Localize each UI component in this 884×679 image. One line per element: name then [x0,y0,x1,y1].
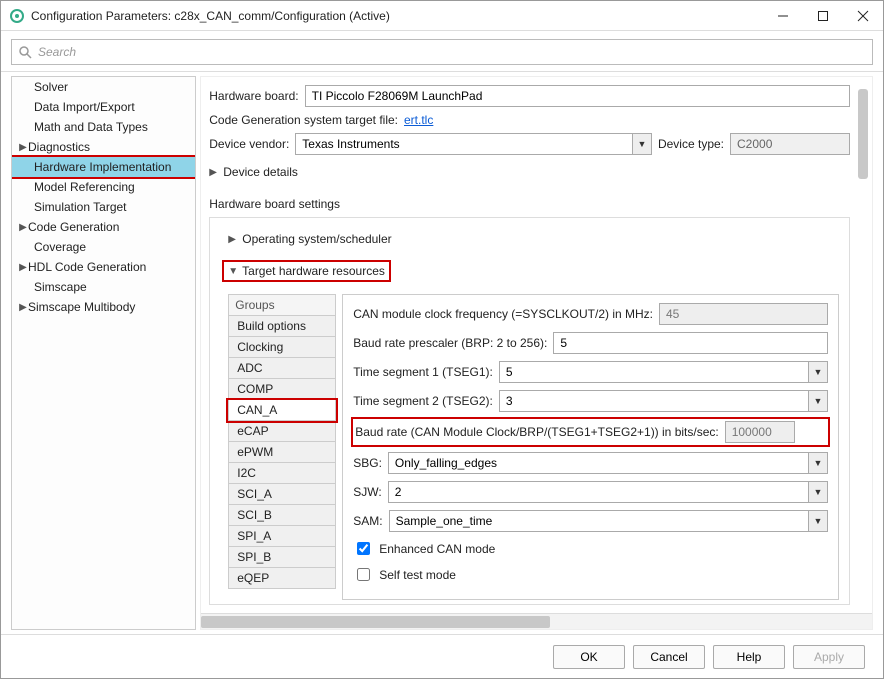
group-item-build-options[interactable]: Build options [228,316,336,337]
nav-item-simscape-multibody[interactable]: ▶Simscape Multibody [12,297,195,317]
group-item-eqep[interactable]: eQEP [228,568,336,589]
chevron-down-icon[interactable]: ▼ [632,133,652,155]
search-input[interactable]: Search [11,39,873,65]
nav-item-solver[interactable]: Solver [12,77,195,97]
group-item-spi-a[interactable]: SPI_A [228,526,336,547]
chevron-down-icon[interactable]: ▼ [808,510,828,532]
brp-input[interactable] [553,332,828,354]
horizontal-scrollbar[interactable] [201,613,872,629]
nav-tree[interactable]: SolverData Import/ExportMath and Data Ty… [11,76,196,630]
group-item-clocking[interactable]: Clocking [228,337,336,358]
group-item-i2c[interactable]: I2C [228,463,336,484]
minimize-button[interactable] [763,1,803,31]
chevron-down-icon[interactable]: ▼ [808,361,828,383]
hardware-board-label: Hardware board: [209,89,298,103]
nav-item-hardware-implementation[interactable]: Hardware Implementation [11,155,196,179]
config-window: Configuration Parameters: c28x_CAN_comm/… [0,0,884,679]
chevron-down-icon[interactable]: ▼ [808,481,828,503]
target-hw-resources-expander[interactable]: ▼ Target hardware resources [222,260,391,282]
chevron-down-icon: ▼ [228,266,238,277]
nav-item-model-referencing[interactable]: Model Referencing [12,177,195,197]
dialog-buttons: OK Cancel Help Apply [1,634,883,678]
nav-item-simulation-target[interactable]: Simulation Target [12,197,195,217]
app-icon [9,8,25,24]
nav-item-simscape[interactable]: Simscape [12,277,195,297]
sbg-select[interactable] [388,452,808,474]
device-details-expander[interactable]: ▶ Device details [209,161,850,183]
ok-button[interactable]: OK [553,645,625,669]
nav-item-hdl-code-generation[interactable]: ▶HDL Code Generation [12,257,195,277]
group-item-sci-b[interactable]: SCI_B [228,505,336,526]
self-test-checkbox[interactable] [357,568,370,581]
group-item-comp[interactable]: COMP [228,379,336,400]
help-button[interactable]: Help [713,645,785,669]
group-item-adc[interactable]: ADC [228,358,336,379]
sam-select[interactable] [389,510,808,532]
titlebar: Configuration Parameters: c28x_CAN_comm/… [1,1,883,31]
enhanced-can-checkbox[interactable] [357,542,370,555]
groups-header: Groups [228,295,336,316]
chevron-right-icon: ▶ [228,234,238,245]
target-file-label: Code Generation system target file: [209,113,398,127]
nav-item-data-import-export[interactable]: Data Import/Export [12,97,195,117]
chevron-right-icon: ▶ [18,222,28,233]
target-file-link[interactable]: ert.tlc [404,113,433,127]
baud-rate-output [725,421,795,443]
chevron-down-icon[interactable]: ▼ [808,452,828,474]
chevron-right-icon: ▶ [18,262,28,273]
main-content: Hardware board: Code Generation system t… [201,77,872,613]
sjw-select[interactable] [388,481,808,503]
chevron-right-icon: ▶ [209,167,219,178]
chevron-down-icon[interactable]: ▼ [808,390,828,412]
apply-button[interactable]: Apply [793,645,865,669]
hardware-board-input[interactable] [305,85,850,107]
os-scheduler-expander[interactable]: ▶ Operating system/scheduler [228,228,839,250]
chevron-right-icon: ▶ [18,302,28,313]
group-item-epwm[interactable]: ePWM [228,442,336,463]
can-clock-freq-input [659,303,828,325]
hw-board-settings-panel: ▶ Operating system/scheduler ▼ Target ha… [209,217,850,605]
group-params-panel: CAN module clock frequency (=SYSCLKOUT/2… [342,294,839,600]
maximize-button[interactable] [803,1,843,31]
search-icon [18,45,32,59]
group-item-ecap[interactable]: eCAP [228,421,336,442]
device-vendor-label: Device vendor: [209,137,289,151]
nav-item-coverage[interactable]: Coverage [12,237,195,257]
nav-item-math-and-data-types[interactable]: Math and Data Types [12,117,195,137]
group-item-sci-a[interactable]: SCI_A [228,484,336,505]
tseg2-select[interactable] [499,390,808,412]
device-type-label: Device type: [658,137,724,151]
groups-list: Groups Build optionsClockingADCCOMPCAN_A… [228,294,336,600]
hw-board-settings-label: Hardware board settings [209,197,850,211]
nav-item-diagnostics[interactable]: ▶Diagnostics [12,137,195,157]
window-title: Configuration Parameters: c28x_CAN_comm/… [31,9,763,23]
vertical-scrollbar[interactable] [858,85,868,605]
group-item-spi-b[interactable]: SPI_B [228,547,336,568]
group-item-can-a[interactable]: CAN_A [228,400,336,421]
device-vendor-select[interactable] [295,133,632,155]
cancel-button[interactable]: Cancel [633,645,705,669]
close-button[interactable] [843,1,883,31]
device-type-input[interactable] [730,133,850,155]
search-placeholder: Search [38,45,76,59]
nav-item-code-generation[interactable]: ▶Code Generation [12,217,195,237]
chevron-right-icon: ▶ [18,142,28,153]
tseg1-select[interactable] [499,361,808,383]
